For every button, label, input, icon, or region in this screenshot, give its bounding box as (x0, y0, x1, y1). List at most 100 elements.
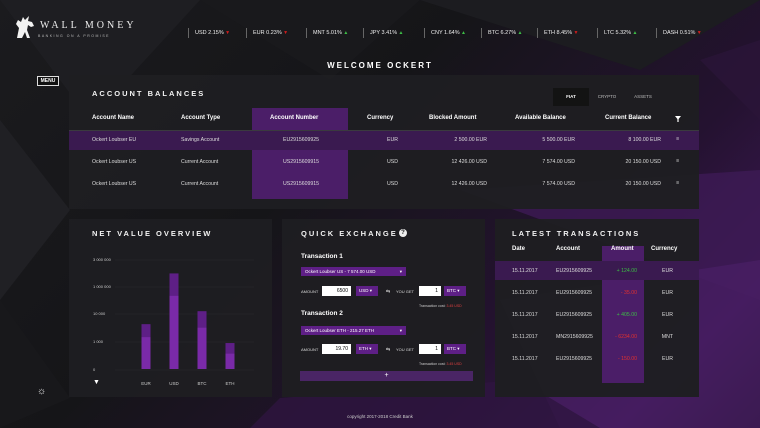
brand-name[interactable]: WALL MONEY (40, 20, 137, 31)
bar-usd-part[interactable] (169, 295, 179, 369)
balance-cell: 12 426.00 USD (451, 159, 487, 165)
transaction-amount: - 150.00 (617, 356, 637, 362)
transaction-1-account-select[interactable]: Ockert Loubser US - 7 574.00 USD ▾ (301, 267, 406, 276)
col-amount[interactable]: Amount (611, 246, 634, 252)
ticker-label: CNY 1.64% (431, 30, 460, 36)
ticker-label: LTC 5.32% (604, 30, 632, 36)
col-currency[interactable]: Currency (367, 115, 393, 121)
balance-cell: Savings Account (181, 137, 220, 143)
transaction-1-get-input[interactable]: 1 (419, 286, 441, 296)
transaction-1-title: Transaction 1 (301, 253, 343, 260)
transaction-2-get-input[interactable]: 1 (419, 344, 441, 354)
tab-crypto[interactable]: CRYPTO (589, 88, 625, 106)
chevron-down-icon: ▾ (399, 269, 402, 274)
balance-cell: Current Account (181, 181, 219, 187)
transaction-account: EU2915609925 (556, 290, 593, 296)
sun-settings-icon[interactable]: ☼ (37, 386, 46, 397)
filter-small-icon[interactable]: ▼ (93, 379, 100, 386)
col-blocked-amount[interactable]: Blocked Amount (429, 115, 476, 121)
transaction-date: 15.11.2017 (512, 356, 538, 362)
transaction-cur: MNT (661, 334, 673, 340)
col-account-number[interactable]: Account Number (270, 115, 318, 121)
ticker-label: ETH 8.45% (544, 30, 573, 36)
transaction-amount: - 6234.00 (615, 334, 637, 340)
to-currency-value: BTC (447, 346, 456, 351)
row-menu-icon[interactable]: ≡ (676, 158, 679, 164)
welcome-title: WELCOME OCKERT (327, 61, 433, 70)
x-tick-label: BTC (197, 381, 207, 386)
tab-assets[interactable]: ASSETS (625, 88, 661, 106)
ticker-item[interactable]: JPY 3.41% ▲ (363, 28, 403, 38)
quick-exchange-panel: QUICK EXCHANGE ? Transaction 1 Ockert Lo… (282, 219, 485, 397)
account-balances-title: ACCOUNT BALANCES (92, 89, 206, 98)
tab-fiat[interactable]: FIAT (553, 88, 589, 106)
transaction-1-to-currency[interactable]: BTC ▾ (444, 286, 466, 296)
ticker-item[interactable]: DASH 0.51% ▼ (656, 28, 702, 38)
transaction-account: MN2915609925 (556, 334, 593, 340)
transaction-date: 15.11.2017 (512, 290, 538, 296)
arrow-up-icon: ▲ (631, 30, 638, 36)
from-currency-value: ETH (359, 346, 368, 351)
arrow-down-icon: ▼ (695, 30, 702, 36)
col-account-name[interactable]: Account Name (92, 115, 134, 121)
balance-cell: Ockert Loubser EU (92, 137, 137, 143)
from-currency-value: USD (359, 288, 369, 293)
quick-exchange-title: QUICK EXCHANGE (301, 229, 398, 238)
bar-eth-part[interactable] (225, 353, 235, 369)
arrow-down-icon: ▼ (572, 30, 579, 36)
filter-icon[interactable] (675, 116, 681, 122)
info-icon[interactable]: ? (399, 229, 407, 237)
row-menu-icon[interactable]: ≡ (676, 136, 679, 142)
col-available-balance[interactable]: Available Balance (515, 115, 566, 121)
transaction-2-amount-input[interactable]: 19.70 (322, 344, 351, 354)
chevron-down-icon: ▾ (399, 328, 402, 333)
x-tick-label: USD (169, 381, 179, 386)
col-currency[interactable]: Currency (651, 246, 677, 252)
transaction-1-amount-input[interactable]: 6500 (322, 286, 351, 296)
transaction-account: EU2915609925 (556, 312, 593, 318)
bar-btc-part[interactable] (197, 327, 207, 369)
col-current-balance[interactable]: Current Balance (605, 115, 651, 121)
col-account-type[interactable]: Account Type (181, 115, 220, 121)
row-menu-icon[interactable]: ≡ (676, 180, 679, 186)
transaction-date: 15.11.2017 (512, 268, 538, 274)
ticker-item[interactable]: USD 2.15% ▼ (188, 28, 230, 38)
transaction-account: EU2915609925 (556, 268, 593, 274)
arrow-up-icon: ▲ (516, 30, 523, 36)
account-balances-panel: ACCOUNT BALANCES FIAT CRYPTO ASSETS Acco… (69, 75, 699, 209)
balance-cell: 2 500.00 EUR (454, 137, 487, 143)
col-account[interactable]: Account (556, 246, 580, 252)
balance-cell: EUR (387, 137, 398, 143)
add-transaction-button[interactable]: + (300, 371, 473, 381)
ticker-item[interactable]: CNY 1.64% ▲ (424, 28, 466, 38)
balance-cell: US2915609915 (283, 181, 320, 187)
ticker-item[interactable]: MNT 5.01% ▲ (306, 28, 348, 38)
transaction-2-to-currency[interactable]: BTC ▾ (444, 344, 466, 354)
balance-cell: 5 500.00 EUR (542, 137, 575, 143)
menu-button[interactable]: MENU (37, 76, 59, 86)
bar-eur-part[interactable] (141, 337, 151, 369)
swap-icon[interactable]: ⇆ (386, 289, 390, 295)
transaction-2-account-select[interactable]: Ockert Loubser ETH - 215.27 ETH ▾ (301, 326, 406, 335)
ticker-item[interactable]: LTC 5.32% ▲ (597, 28, 637, 38)
brand-tagline: BANKING ON A PROMISE (38, 34, 111, 38)
ticker-item[interactable]: BTC 6.27% ▲ (481, 28, 522, 38)
transaction-2-from-currency[interactable]: ETH ▾ (356, 344, 378, 354)
transaction-cur: EUR (662, 268, 673, 274)
ticker-item[interactable]: EUR 0.23% ▼ (246, 28, 288, 38)
arrow-up-icon: ▲ (397, 30, 404, 36)
col-date[interactable]: Date (512, 246, 525, 252)
transaction-cur: EUR (662, 290, 673, 296)
transaction-cur: EUR (662, 356, 673, 362)
transaction-cur: EUR (662, 312, 673, 318)
amount-label: AMOUNT (301, 347, 319, 352)
header-divider (69, 130, 699, 131)
ticker-item[interactable]: ETH 8.45% ▼ (537, 28, 578, 38)
balance-cell: 12 426.00 USD (451, 181, 487, 187)
latest-transactions-panel: LATEST TRANSACTIONS Date Account Amount … (495, 219, 699, 397)
arrow-up-icon: ▲ (459, 30, 466, 36)
balance-cell: 7 574.00 USD (542, 159, 575, 165)
swap-icon[interactable]: ⇆ (386, 347, 390, 353)
transaction-1-from-currency[interactable]: USD ▾ (356, 286, 378, 296)
cost-label: Transaction cost: (419, 304, 446, 308)
